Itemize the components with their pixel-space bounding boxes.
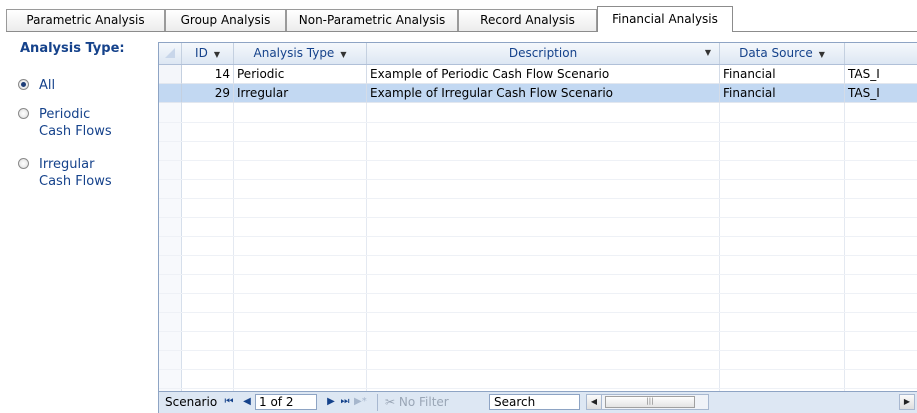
- column-header-label: ID: [195, 46, 208, 60]
- radio-label-line: Periodic: [39, 107, 91, 122]
- cell-analysis-type[interactable]: Periodic: [234, 65, 367, 84]
- column-header-extra[interactable]: [845, 43, 917, 64]
- empty-row-line: [159, 160, 917, 161]
- radio-option-all[interactable]: All: [18, 77, 55, 94]
- cell-id[interactable]: 14: [182, 65, 234, 84]
- dropdown-arrow-icon[interactable]: ▼: [819, 50, 825, 59]
- radio-option-irregular-cash-flows[interactable]: Irregular Cash Flows: [18, 156, 112, 190]
- radio-label-irregular-cash-flows: Irregular Cash Flows: [39, 156, 112, 190]
- cell-data-source[interactable]: Financial: [720, 65, 845, 84]
- tab-divider: [6, 31, 917, 32]
- column-header-label: Analysis Type: [253, 46, 335, 60]
- first-record-icon[interactable]: ⏮: [223, 392, 235, 413]
- no-filter-icon: ✂: [385, 395, 396, 409]
- column-header-label: Description: [508, 46, 578, 60]
- radio-button-icon[interactable]: [18, 158, 29, 169]
- new-record-icon[interactable]: ▶*: [354, 392, 367, 413]
- empty-row-line: [159, 369, 917, 370]
- column-divider: [366, 65, 367, 391]
- cell-description[interactable]: Example of Irregular Cash Flow Scenario: [367, 84, 720, 103]
- datasheet: ID ▼ Analysis Type ▼ Description ▼ Data Sou…: [158, 42, 917, 413]
- scroll-right-icon[interactable]: ▶: [900, 395, 914, 409]
- column-divider: [233, 65, 234, 391]
- cell-data-source[interactable]: Financial: [720, 84, 845, 103]
- record-selector[interactable]: [159, 84, 182, 103]
- tab-label: Financial Analysis: [612, 12, 718, 26]
- tab-label: Non-Parametric Analysis: [298, 13, 446, 27]
- empty-row-line: [159, 141, 917, 142]
- column-header-analysis-type[interactable]: Analysis Type ▼: [234, 43, 367, 64]
- empty-row-line: [159, 293, 917, 294]
- radio-button-checked-icon[interactable]: [18, 79, 29, 90]
- tab-label: Parametric Analysis: [26, 13, 145, 27]
- navbar-separator: [377, 394, 378, 411]
- scrollbar-thumb[interactable]: |||: [605, 396, 695, 408]
- cell-extra[interactable]: TAS_I: [845, 65, 917, 84]
- tab-group-analysis[interactable]: Group Analysis: [165, 9, 286, 31]
- table-row[interactable]: 14 Periodic Example of Periodic Cash Flo…: [159, 65, 917, 84]
- radio-option-periodic-cash-flows[interactable]: Periodic Cash Flows: [18, 106, 112, 140]
- select-all-icon[interactable]: [159, 43, 182, 64]
- column-divider: [844, 65, 845, 391]
- previous-record-icon[interactable]: ◀: [241, 392, 253, 413]
- tab-non-parametric-analysis[interactable]: Non-Parametric Analysis: [286, 9, 458, 31]
- cell-extra[interactable]: TAS_I: [845, 84, 917, 103]
- last-record-icon[interactable]: ⏭: [339, 392, 351, 413]
- column-header-label: Data Source: [739, 46, 813, 60]
- filter-status[interactable]: ✂ No Filter: [385, 392, 449, 413]
- radio-label-line: Irregular: [39, 157, 95, 172]
- current-record-input[interactable]: 1 of 2: [255, 394, 317, 410]
- tab-parametric-analysis[interactable]: Parametric Analysis: [6, 9, 165, 31]
- record-navigation-label: Scenario: [165, 395, 218, 409]
- empty-row-line: [159, 388, 917, 389]
- scroll-left-icon[interactable]: ◀: [587, 395, 602, 409]
- empty-row-line: [159, 331, 917, 332]
- radio-button-icon[interactable]: [18, 108, 29, 119]
- empty-row-line: [159, 255, 917, 256]
- cell-description[interactable]: Example of Periodic Cash Flow Scenario: [367, 65, 720, 84]
- record-selector-column: [159, 65, 182, 391]
- tab-label: Group Analysis: [180, 13, 271, 27]
- empty-row-line: [159, 198, 917, 199]
- column-header-data-source[interactable]: Data Source ▼: [720, 43, 845, 64]
- radio-label-all: All: [39, 78, 56, 93]
- column-divider: [719, 65, 720, 391]
- column-header-row: ID ▼ Analysis Type ▼ Description ▼ Data Sou…: [159, 43, 917, 65]
- empty-row-line: [159, 312, 917, 313]
- tab-strip: Parametric Analysis Group Analysis Non-P…: [6, 6, 917, 32]
- dropdown-arrow-icon[interactable]: ▼: [340, 50, 346, 59]
- tab-record-analysis[interactable]: Record Analysis: [458, 9, 597, 31]
- dropdown-arrow-icon[interactable]: ▼: [705, 43, 711, 63]
- empty-row-line: [159, 236, 917, 237]
- empty-row-line: [159, 350, 917, 351]
- empty-row-line: [159, 179, 917, 180]
- next-record-icon[interactable]: ▶: [325, 392, 337, 413]
- column-header-description[interactable]: Description ▼: [367, 43, 720, 64]
- horizontal-scrollbar[interactable]: ◀ |||: [586, 394, 709, 410]
- dropdown-arrow-icon[interactable]: ▼: [214, 50, 220, 59]
- filter-status-label: No Filter: [398, 395, 449, 409]
- empty-row-line: [159, 274, 917, 275]
- analysis-type-title: Analysis Type:: [20, 41, 125, 56]
- cell-analysis-type[interactable]: Irregular: [234, 84, 367, 103]
- empty-row-line: [159, 217, 917, 218]
- empty-row-line: [159, 122, 917, 123]
- cell-id[interactable]: 29: [182, 84, 234, 103]
- horizontal-scrollbar-end[interactable]: ▶: [899, 394, 915, 410]
- radio-label-periodic-cash-flows: Periodic Cash Flows: [39, 106, 112, 140]
- column-header-id[interactable]: ID ▼: [182, 43, 234, 64]
- radio-label-line: Cash Flows: [39, 124, 112, 139]
- tab-financial-analysis[interactable]: Financial Analysis: [597, 6, 733, 32]
- analysis-type-panel: Analysis Type: All Periodic Cash Flows I…: [18, 40, 148, 189]
- search-input[interactable]: Search: [489, 394, 580, 410]
- tab-label: Record Analysis: [480, 13, 575, 27]
- radio-label-line: Cash Flows: [39, 174, 112, 189]
- record-navigation-bar: Scenario ⏮ ◀ 1 of 2 ▶ ⏭ ▶* ✂ No Filter S…: [159, 391, 917, 413]
- table-row-selected[interactable]: 29 Irregular Example of Irregular Cash F…: [159, 84, 917, 103]
- record-selector[interactable]: [159, 65, 182, 84]
